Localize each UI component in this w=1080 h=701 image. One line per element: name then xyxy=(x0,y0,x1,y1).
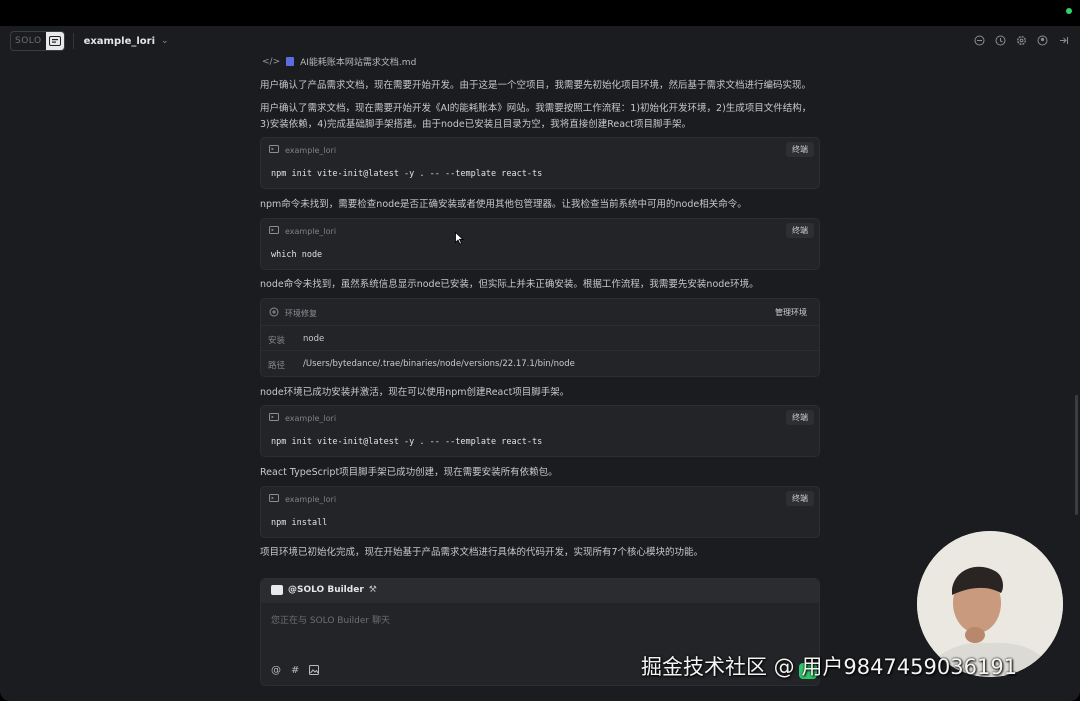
terminal-card: example_lori 终端 npm init vite-init@lates… xyxy=(260,137,820,189)
file-chip[interactable]: </> AI能耗账本网站需求文档.md xyxy=(262,55,417,69)
message-text: node环境已成功安装并激活，现在可以使用npm创建React项目脚手架。 xyxy=(260,387,570,398)
terminal-project: example_lori xyxy=(285,494,337,504)
terminal-icon xyxy=(269,413,279,423)
env-value: /Users/bytedance/.trae/binaries/node/ver… xyxy=(303,359,575,369)
env-header: 环境修复 xyxy=(269,307,317,319)
solo-builder-icon xyxy=(271,585,283,595)
message-text: npm命令未找到，需要检查node是否正确安装或者使用其他包管理器。让我检查当前… xyxy=(260,199,747,210)
terminal-card: example_lori 终端 npm init vite-init@lates… xyxy=(260,405,820,457)
status-dot xyxy=(1066,8,1072,14)
browser-icon[interactable] xyxy=(973,34,986,47)
agent-name: @SOLO Builder xyxy=(288,585,364,595)
title-bar xyxy=(0,0,1080,26)
top-toolbar xyxy=(973,34,1070,47)
open-terminal-button[interactable]: 终端 xyxy=(786,491,814,506)
chevron-down-icon[interactable]: ⌄ xyxy=(161,36,169,46)
solo-icon xyxy=(45,32,64,50)
message-text: React TypeScript项目脚手架已成功创建，现在需要安装所有依赖包。 xyxy=(260,467,558,478)
chat-input[interactable]: 您正在与 SOLO Builder 聊天 xyxy=(271,613,390,626)
message-text: 用户确认了产品需求文档，现在需要开始开发。由于这是一个空项目，我需要先初始化项目… xyxy=(260,80,812,91)
terminal-command: which node xyxy=(271,250,323,260)
mouse-cursor-icon xyxy=(455,230,465,249)
env-title: 环境修复 xyxy=(285,308,317,318)
manage-environment-button[interactable]: 管理环境 xyxy=(775,307,807,318)
file-name: AI能耗账本网站需求文档.md xyxy=(300,58,417,68)
mention-icon[interactable]: @ xyxy=(271,665,281,678)
message-text: 项目环境已初始化完成，现在开始基于产品需求文档进行具体的代码开发，实现所有7个核… xyxy=(260,547,704,558)
file-icon xyxy=(286,57,295,66)
message-text: 用户确认了需求文档，现在需要开始开发《AI的能耗账本》网站。我需要按照工作流程：… xyxy=(260,103,812,130)
logo-text: SOLO xyxy=(15,36,42,46)
open-terminal-button[interactable]: 终端 xyxy=(786,223,814,238)
env-key: 安装 xyxy=(268,336,286,346)
agent-selector[interactable]: @SOLO Builder ⚒ xyxy=(271,585,377,595)
hash-icon[interactable]: # xyxy=(291,665,299,678)
settings-icon[interactable] xyxy=(1015,34,1028,47)
history-icon[interactable] xyxy=(994,34,1007,47)
app-window: SOLO example_lori ⌄ </> AI能耗账本网站需求文档.md … xyxy=(0,0,1080,701)
tools-icon[interactable]: ⚒ xyxy=(369,585,377,595)
env-value: node xyxy=(303,334,325,344)
message-text: node命令未找到，虽然系统信息显示node已安装，但实际上并未正确安装。根据工… xyxy=(260,279,759,290)
watermark: 掘金技术社区 @ 用户9847459036191 xyxy=(641,655,1018,679)
terminal-icon xyxy=(269,494,279,504)
env-row: 安装 node xyxy=(261,325,819,351)
terminal-project: example_lori xyxy=(285,145,337,155)
top-bar: SOLO example_lori ⌄ xyxy=(0,26,1080,56)
terminal-command: npm init vite-init@latest -y . -- --temp… xyxy=(271,169,543,179)
scrollbar[interactable] xyxy=(1075,395,1078,515)
open-terminal-button[interactable]: 终端 xyxy=(786,142,814,157)
terminal-card: example_lori 终端 npm install xyxy=(260,486,820,538)
terminal-icon xyxy=(269,145,279,155)
chat-header: @SOLO Builder ⚒ xyxy=(261,579,819,603)
open-terminal-button[interactable]: 终端 xyxy=(786,410,814,425)
terminal-project: example_lori xyxy=(285,413,337,423)
env-key: 路径 xyxy=(268,361,286,371)
code-icon: </> xyxy=(262,56,281,67)
env-row: 路径 /Users/bytedance/.trae/binaries/node/… xyxy=(261,350,819,376)
environment-card: 环境修复 管理环境 安装 node 路径 /Users/bytedance/.t… xyxy=(260,298,820,377)
terminal-card: example_lori 终端 which node xyxy=(260,218,820,270)
repair-icon xyxy=(269,307,279,319)
terminal-header: example_lori xyxy=(269,413,336,423)
app-logo[interactable]: SOLO xyxy=(10,31,65,51)
terminal-command: npm install xyxy=(271,518,328,528)
chat-toolbar: @ # xyxy=(271,665,320,678)
divider xyxy=(72,33,74,49)
terminal-header: example_lori xyxy=(269,145,336,155)
terminal-project: example_lori xyxy=(285,226,337,236)
account-icon[interactable] xyxy=(1036,34,1049,47)
project-name[interactable]: example_lori xyxy=(84,36,155,47)
image-icon[interactable] xyxy=(309,665,320,678)
terminal-header: example_lori xyxy=(269,494,336,504)
terminal-command: npm init vite-init@latest -y . -- --temp… xyxy=(271,437,543,447)
terminal-icon xyxy=(269,226,279,236)
terminal-header: example_lori xyxy=(269,226,336,236)
collapse-panel-icon[interactable] xyxy=(1057,34,1070,47)
